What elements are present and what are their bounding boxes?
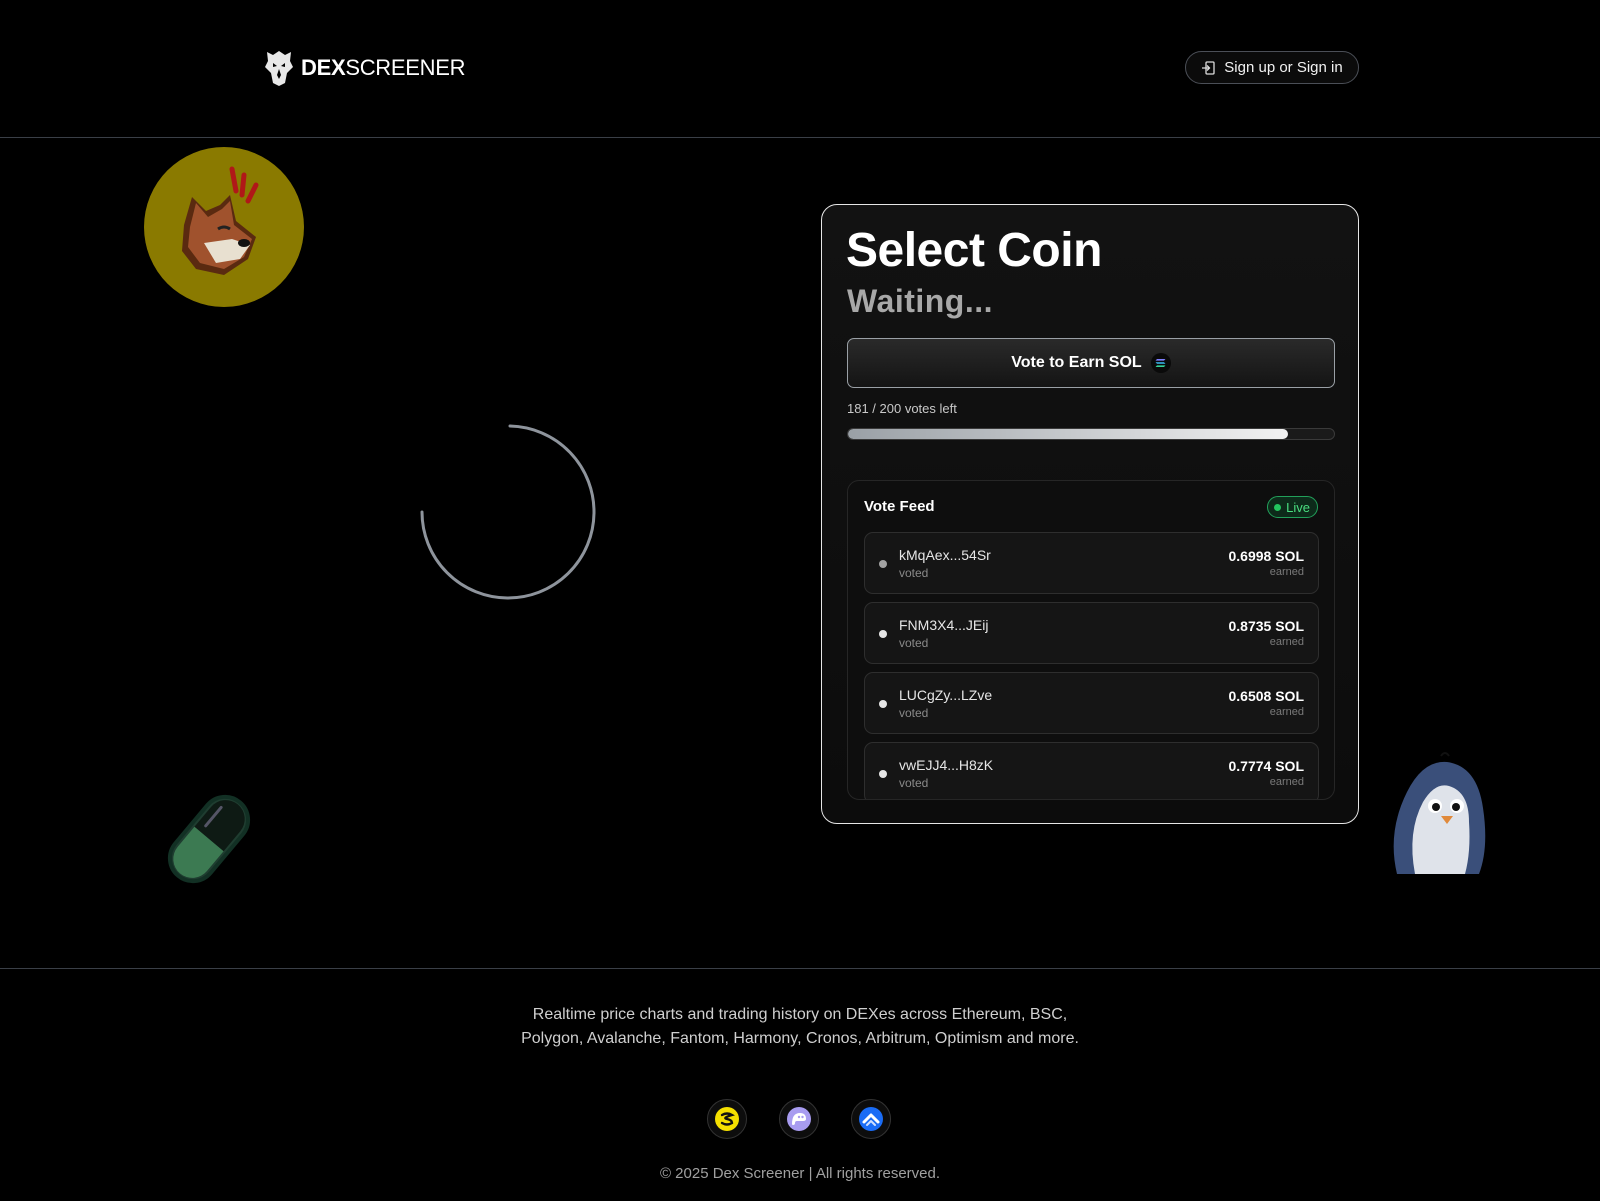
- votes-progress-bar: [847, 428, 1335, 440]
- row-amount-label: earned: [1269, 706, 1304, 718]
- copyright-text: © 2025 Dex Screener | All rights reserve…: [659, 1165, 941, 1182]
- top-header: DEXSCREENER Sign up or Sign in: [0, 0, 1600, 138]
- pill-icon: [167, 794, 251, 884]
- votes-left-text: 181 / 200 votes left: [847, 401, 957, 416]
- coinbase-wallet-link[interactable]: [851, 1099, 891, 1139]
- footer-description: Realtime price charts and trading histor…: [521, 1006, 1079, 1047]
- loading-spinner: [420, 424, 596, 600]
- signin-label: Sign up or Sign in: [1224, 59, 1343, 76]
- row-action: voted: [899, 566, 929, 580]
- status-dot-icon: [879, 560, 887, 568]
- social-links: [707, 1099, 891, 1139]
- vote-feed-list: kMqAex...54Sr voted 0.6998 SOL earned FN…: [864, 532, 1319, 799]
- live-dot-icon: [1274, 503, 1282, 511]
- phantom-icon: [787, 1107, 811, 1131]
- row-amount-label: earned: [1269, 566, 1304, 578]
- wallet-address: kMqAex...54Sr: [899, 547, 991, 563]
- row-amount: 0.7774 SOL: [1228, 758, 1305, 774]
- vote-button-label: Vote to Earn SOL: [1011, 354, 1142, 371]
- brand-bold: DEX: [301, 55, 346, 80]
- solscan-icon: [715, 1107, 739, 1131]
- eagle-logo-icon: [265, 51, 293, 86]
- vote-feed-row[interactable]: kMqAex...54Sr voted 0.6998 SOL earned: [864, 532, 1319, 594]
- status-dot-icon: [879, 630, 887, 638]
- coinbase-wallet-icon: [859, 1107, 883, 1131]
- dexscreener-logo[interactable]: DEXSCREENER: [263, 48, 466, 88]
- signin-button[interactable]: Sign up or Sign in: [1185, 51, 1359, 84]
- vote-to-earn-button[interactable]: Vote to Earn SOL: [847, 338, 1335, 388]
- phantom-link[interactable]: [779, 1099, 819, 1139]
- page-footer: Realtime price charts and trading histor…: [0, 968, 1600, 1201]
- card-title: Select Coin: [846, 224, 1102, 277]
- vote-feed: Vote Feed Live kMqAex...54Sr voted 0.699…: [847, 480, 1335, 800]
- row-action: voted: [899, 776, 929, 790]
- status-dot-icon: [879, 700, 887, 708]
- login-icon: [1202, 60, 1215, 75]
- row-amount: 0.6508 SOL: [1228, 688, 1305, 704]
- row-action: voted: [899, 706, 929, 720]
- vote-feed-row[interactable]: FNM3X4...JEij voted 0.8735 SOL earned: [864, 602, 1319, 664]
- row-amount-label: earned: [1269, 636, 1304, 648]
- vote-feed-row[interactable]: LUCgZy...LZve voted 0.6508 SOL earned: [864, 672, 1319, 734]
- row-amount: 0.8735 SOL: [1228, 618, 1305, 634]
- card-status: Waiting...: [847, 283, 994, 319]
- row-action: voted: [899, 636, 929, 650]
- live-label: Live: [1286, 499, 1310, 515]
- row-amount: 0.6998 SOL: [1228, 548, 1305, 564]
- live-badge: Live: [1267, 496, 1318, 518]
- status-dot-icon: [879, 770, 887, 778]
- wallet-address: FNM3X4...JEij: [899, 617, 989, 633]
- wallet-address: LUCgZy...LZve: [899, 687, 993, 703]
- solana-icon: [1150, 353, 1171, 373]
- brand-light: SCREENER: [345, 55, 466, 80]
- shiba-coin-icon: [144, 147, 304, 307]
- select-coin-card: Select Coin Waiting... Vote to Earn SOL …: [821, 204, 1359, 824]
- brand-name: DEXSCREENER: [301, 55, 466, 80]
- wallet-address: vwEJJ4...H8zK: [899, 757, 994, 773]
- row-amount-label: earned: [1269, 776, 1304, 788]
- votes-progress-fill: [848, 429, 1288, 439]
- vote-feed-title: Vote Feed: [864, 498, 935, 515]
- pudgy-penguin-icon: [1393, 752, 1486, 874]
- solscan-link[interactable]: [707, 1099, 747, 1139]
- vote-feed-row[interactable]: vwEJJ4...H8zK voted 0.7774 SOL earned: [864, 742, 1319, 799]
